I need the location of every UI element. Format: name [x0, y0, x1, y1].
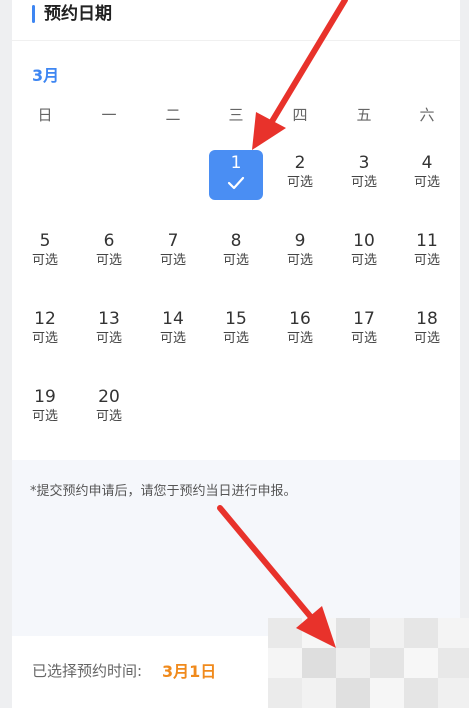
day-number: 10: [353, 231, 375, 251]
day-available-label: 可选: [286, 331, 313, 346]
day-number: 4: [421, 153, 433, 173]
check-icon: [227, 176, 245, 190]
day-available-label: 可选: [159, 331, 186, 346]
calendar-day-3[interactable]: 3 可选: [337, 150, 391, 204]
appointment-card: 预约日期 3月 日 一 二 三 四 五 六 1 2 可选 3 可选 4 可选 5…: [12, 0, 460, 708]
notice-text: *提交预约申请后，请您于预约当日进行申报。: [30, 484, 297, 499]
day-number: 2: [294, 153, 306, 173]
day-number: 8: [230, 231, 242, 251]
weekday-sun: 日: [37, 106, 53, 124]
day-available-label: 可选: [31, 409, 58, 424]
day-number: 20: [98, 387, 120, 407]
day-available-label: 可选: [413, 175, 440, 190]
mosaic-overlay: [268, 618, 469, 708]
calendar-day-15[interactable]: 15 可选: [209, 306, 263, 360]
header-accent-bar: [32, 5, 35, 23]
calendar-day-14[interactable]: 14 可选: [146, 306, 200, 360]
calendar-day-5[interactable]: 5 可选: [18, 228, 72, 282]
calendar-day-1[interactable]: 1: [209, 150, 263, 200]
day-number: 9: [294, 231, 306, 251]
day-available-label: 可选: [286, 175, 313, 190]
calendar-day-17[interactable]: 17 可选: [337, 306, 391, 360]
day-number: 17: [353, 309, 375, 329]
day-available-label: 可选: [222, 331, 249, 346]
weekday-tue: 二: [165, 106, 181, 124]
calendar-day-16[interactable]: 16 可选: [273, 306, 327, 360]
calendar-day-20[interactable]: 20 可选: [82, 384, 136, 438]
weekday-mon: 一: [101, 106, 117, 124]
day-number: 16: [289, 309, 311, 329]
day-available-label: 可选: [413, 331, 440, 346]
month-label: 3月: [32, 66, 60, 85]
calendar-day-6[interactable]: 6 可选: [82, 228, 136, 282]
calendar-day-10[interactable]: 10 可选: [337, 228, 391, 282]
day-available-label: 可选: [95, 409, 122, 424]
day-number: 19: [34, 387, 56, 407]
section-header: 预约日期: [12, 0, 460, 41]
day-number: 5: [39, 231, 51, 251]
day-number: 15: [225, 309, 247, 329]
weekday-fri: 五: [356, 106, 372, 124]
day-number: 12: [34, 309, 56, 329]
day-available-label: 可选: [95, 253, 122, 268]
calendar-day-12[interactable]: 12 可选: [18, 306, 72, 360]
calendar-day-19[interactable]: 19 可选: [18, 384, 72, 438]
selected-time-value: 3月1日: [162, 662, 217, 681]
weekday-thu: 四: [292, 106, 308, 124]
calendar-day-7[interactable]: 7 可选: [146, 228, 200, 282]
day-available-label: 可选: [413, 253, 440, 268]
day-available-label: 可选: [222, 253, 249, 268]
notice-box: *提交预约申请后，请您于预约当日进行申报。: [12, 460, 460, 636]
weekday-sat: 六: [419, 106, 435, 124]
calendar-day-9[interactable]: 9 可选: [273, 228, 327, 282]
day-available-label: 可选: [350, 331, 377, 346]
calendar-day-2[interactable]: 2 可选: [273, 150, 327, 204]
day-number: 1: [230, 153, 242, 173]
calendar-day-8[interactable]: 8 可选: [209, 228, 263, 282]
day-available-label: 可选: [31, 331, 58, 346]
day-available-label: 可选: [350, 253, 377, 268]
calendar-day-18[interactable]: 18 可选: [400, 306, 454, 360]
day-number: 6: [103, 231, 115, 251]
selected-time-label: 已选择预约时间:: [32, 662, 143, 680]
calendar-day-4[interactable]: 4 可选: [400, 150, 454, 204]
day-available-label: 可选: [159, 253, 186, 268]
calendar-day-11[interactable]: 11 可选: [400, 228, 454, 282]
day-number: 11: [416, 231, 438, 251]
day-number: 14: [162, 309, 184, 329]
day-available-label: 可选: [286, 253, 313, 268]
day-number: 13: [98, 309, 120, 329]
page-title: 预约日期: [44, 4, 112, 24]
day-number: 3: [358, 153, 370, 173]
day-number: 18: [416, 309, 438, 329]
day-available-label: 可选: [31, 253, 58, 268]
day-available-label: 可选: [350, 175, 377, 190]
weekday-wed: 三: [228, 106, 244, 124]
day-number: 7: [167, 231, 179, 251]
calendar-day-13[interactable]: 13 可选: [82, 306, 136, 360]
day-available-label: 可选: [95, 331, 122, 346]
